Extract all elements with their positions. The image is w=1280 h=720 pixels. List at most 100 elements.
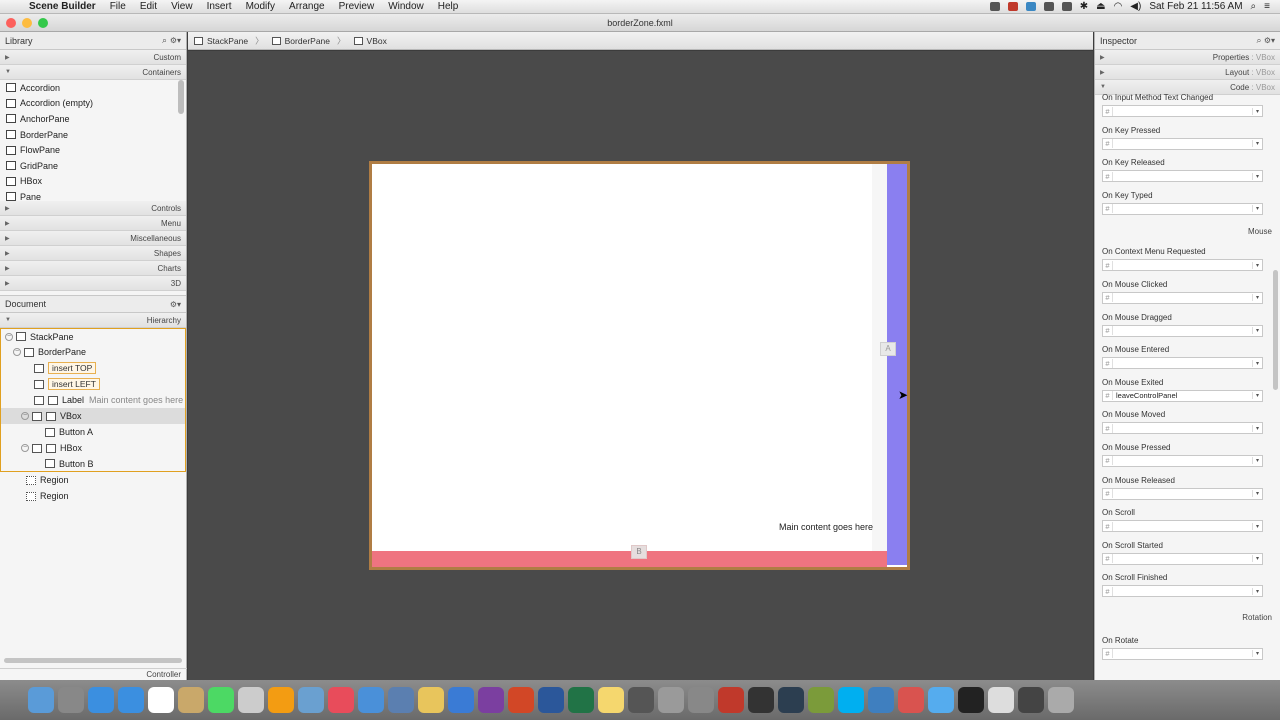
tree-node-label[interactable]: Label Main content goes here — [0, 392, 186, 408]
dock-chat-icon[interactable] — [448, 687, 474, 713]
inspector-section-properties[interactable]: ▶ Properties : VBox — [1095, 50, 1280, 65]
dock-notes2-icon[interactable] — [598, 687, 624, 713]
library-item-pane[interactable]: Pane — [0, 189, 186, 201]
tree-node-region[interactable]: Region — [0, 472, 186, 488]
dock-xcode-icon[interactable] — [388, 687, 414, 713]
zoom-window-button[interactable] — [38, 18, 48, 28]
dock-settings-icon[interactable] — [688, 687, 714, 713]
dock-twitter-icon[interactable] — [928, 687, 954, 713]
tree-node-stackpane[interactable]: − StackPane — [0, 328, 186, 344]
menu-app-name[interactable]: Scene Builder — [22, 0, 103, 14]
chevron-down-icon[interactable]: ▾ — [1252, 392, 1262, 400]
library-section-3d[interactable]: ▶ 3D — [0, 276, 186, 291]
library-item-borderpane[interactable]: BorderPane — [0, 127, 186, 143]
library-item-accordion[interactable]: Accordion — [0, 80, 186, 96]
dock-launchpad-icon[interactable] — [58, 687, 84, 713]
menu-view[interactable]: View — [164, 0, 200, 14]
handler-field[interactable]: # ▾ — [1102, 647, 1263, 660]
handler-value[interactable]: leaveControlPanel — [1113, 391, 1252, 400]
dock-excel-icon[interactable] — [568, 687, 594, 713]
breadcrumb-item-borderpane[interactable]: BorderPane 〉 — [271, 35, 346, 47]
handler-field[interactable]: # ▾ — [1102, 357, 1263, 370]
handler-field[interactable]: # ▾ — [1102, 291, 1263, 304]
document-root-stackpane[interactable]: A Main content goes here B — [369, 161, 910, 570]
insert-left-slot[interactable]: insert LEFT — [48, 378, 100, 390]
dock-trash-icon[interactable] — [1048, 687, 1074, 713]
dock-calendar-icon[interactable] — [148, 687, 174, 713]
tray-icon[interactable] — [1061, 2, 1072, 11]
handler-field[interactable]: # ▾ — [1102, 422, 1263, 435]
tree-node-hbox[interactable]: − HBox — [0, 440, 186, 456]
hierarchy-section[interactable]: ▼ Hierarchy — [0, 313, 186, 328]
breadcrumb-item-vbox[interactable]: VBox — [353, 36, 387, 46]
inspector-scrollbar[interactable] — [1273, 270, 1278, 390]
menu-window[interactable]: Window — [381, 0, 431, 14]
eject-icon[interactable]: ⏏ — [1096, 1, 1105, 12]
twitter-icon[interactable] — [1025, 2, 1036, 11]
chevron-down-icon[interactable]: ▾ — [1252, 294, 1262, 302]
minimize-window-button[interactable] — [22, 18, 32, 28]
bluetooth-icon[interactable]: ✱ — [1080, 1, 1088, 12]
dock-onenote-icon[interactable] — [478, 687, 504, 713]
document-gear-icon[interactable]: ⚙▾ — [167, 300, 181, 309]
menu-file[interactable]: File — [103, 0, 133, 14]
insert-top-slot[interactable]: insert TOP — [48, 362, 97, 374]
dock-notes-icon[interactable] — [178, 687, 204, 713]
tree-node-button-b[interactable]: Button B — [0, 456, 186, 472]
handler-field[interactable]: # ▾ — [1102, 259, 1263, 272]
handler-field[interactable]: # ▾ — [1102, 520, 1263, 533]
library-section-shapes[interactable]: ▶ Shapes — [0, 246, 186, 261]
library-gear-icon[interactable]: ⚙▾ — [167, 36, 181, 45]
controller-section[interactable]: Controller — [0, 668, 187, 680]
library-section-menu[interactable]: ▶ Menu — [0, 216, 186, 231]
library-item-flowpane[interactable]: FlowPane — [0, 142, 186, 158]
dock-itunes-icon[interactable] — [328, 687, 354, 713]
dock-scene-builder-icon[interactable] — [868, 687, 894, 713]
menu-modify[interactable]: Modify — [239, 0, 282, 14]
clock[interactable]: Sat Feb 21 11:56 AM — [1149, 1, 1242, 12]
dock-editor-icon[interactable] — [988, 687, 1014, 713]
dock-word-icon[interactable] — [538, 687, 564, 713]
library-item-accordion-empty[interactable]: Accordion (empty) — [0, 96, 186, 112]
tray-icon[interactable] — [1043, 2, 1054, 11]
dock-photos-icon[interactable] — [418, 687, 444, 713]
dock-preview-icon[interactable] — [298, 687, 324, 713]
dock-finder-icon[interactable] — [28, 687, 54, 713]
dock-cocoa-icon[interactable] — [808, 687, 834, 713]
chevron-down-icon[interactable]: ▾ — [1252, 555, 1262, 563]
tree-node-button-a[interactable]: Button A — [0, 424, 186, 440]
library-scrollbar[interactable] — [178, 80, 184, 114]
volume-icon[interactable]: ◀) — [1130, 1, 1141, 12]
handler-field[interactable]: # ▾ — [1102, 585, 1263, 598]
dock-screenshot-icon[interactable] — [658, 687, 684, 713]
menu-arrange[interactable]: Arrange — [282, 0, 332, 14]
vbox-right-panel[interactable] — [887, 164, 907, 565]
main-content-label[interactable]: Main content goes here — [779, 522, 873, 532]
close-window-button[interactable] — [6, 18, 16, 28]
library-section-miscellaneous[interactable]: ▶ Miscellaneous — [0, 231, 186, 246]
collapse-icon[interactable]: − — [21, 412, 29, 420]
dock-powerpoint-icon[interactable] — [508, 687, 534, 713]
library-section-containers[interactable]: ▼ Containers — [0, 65, 186, 80]
handler-field[interactable]: # ▾ — [1102, 202, 1263, 215]
tray-icon[interactable] — [1007, 2, 1018, 11]
notification-center-icon[interactable]: ≡ — [1264, 1, 1270, 12]
hierarchy-horizontal-scrollbar[interactable] — [4, 658, 182, 663]
tray-icon[interactable] — [989, 2, 1000, 11]
dock-mission-control-icon[interactable] — [628, 687, 654, 713]
chevron-down-icon[interactable]: ▾ — [1252, 587, 1262, 595]
menu-help[interactable]: Help — [431, 0, 466, 14]
tree-node-vbox[interactable]: − VBox — [0, 408, 186, 424]
tree-node-region[interactable]: Region — [0, 488, 186, 504]
chevron-down-icon[interactable]: ▾ — [1252, 140, 1262, 148]
tree-node-insert-left[interactable]: insert LEFT — [0, 376, 186, 392]
dock-messages-icon[interactable] — [208, 687, 234, 713]
button-b[interactable]: B — [631, 545, 647, 559]
handler-field[interactable]: # ▾ — [1102, 137, 1263, 150]
library-section-custom[interactable]: ▶ Custom — [0, 50, 186, 65]
chevron-down-icon[interactable]: ▾ — [1252, 261, 1262, 269]
collapse-icon[interactable]: − — [21, 444, 29, 452]
handler-field[interactable]: # leaveControlPanel ▾ — [1102, 389, 1263, 402]
chevron-down-icon[interactable]: ▾ — [1252, 424, 1262, 432]
tree-node-borderpane[interactable]: − BorderPane — [0, 344, 186, 360]
